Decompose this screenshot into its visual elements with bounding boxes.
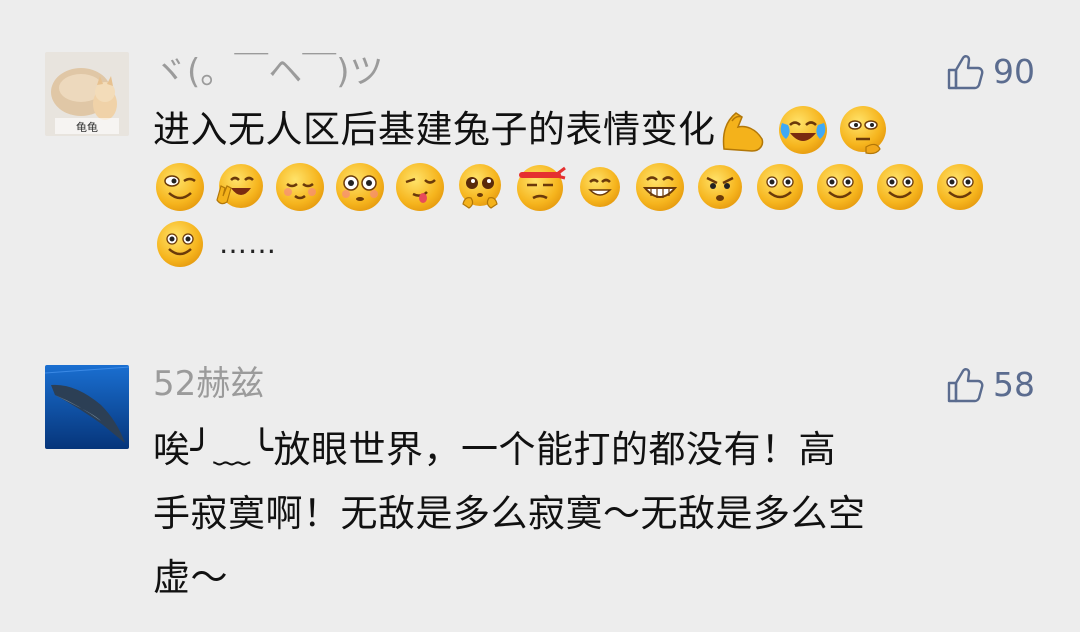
username[interactable]: 52赫兹 xyxy=(153,364,264,404)
headband-tired-emoji-icon xyxy=(517,165,566,211)
grin-small-emoji-icon xyxy=(580,167,620,207)
comment-text-line: 虚～ xyxy=(153,556,228,599)
comment-text: 唉╯﹏╰放眼世界，一个能打的都没有！高 手寂寞啊！无敌是多么寂寞～无敌是多么空 … xyxy=(153,418,1023,610)
emoji-row: …… xyxy=(153,214,1023,274)
comment-text: 进入无人区后基建兔子的表情变化 …… xyxy=(153,100,1023,274)
comment-text-content: 进入无人区后基建兔子的表情变化 xyxy=(153,108,716,151)
thumbs-up-icon xyxy=(947,55,984,90)
emoji-row xyxy=(153,160,1023,214)
user-avatar[interactable] xyxy=(45,365,129,449)
wink-tongue-emoji-icon xyxy=(396,163,444,211)
smile-emoji-icon xyxy=(757,164,803,210)
username[interactable]: ヾ(。￣ヘ￣)ツ xyxy=(153,52,384,92)
ellipsis-text: …… xyxy=(219,227,277,260)
avatar-label: 龟龟 xyxy=(76,121,98,134)
peace-grin-emoji-icon xyxy=(216,164,263,208)
blush-emoji-icon xyxy=(276,163,324,211)
comment-text-line: 手寂寞啊！无敌是多么寂寞～无敌是多么空 xyxy=(153,492,866,535)
comment-text-line: 唉╯﹏╰放眼世界，一个能打的都没有！高 xyxy=(153,428,837,471)
squint-emoji-icon xyxy=(156,163,204,211)
flushed-emoji-icon xyxy=(336,163,384,211)
thumbs-up-icon xyxy=(947,368,984,403)
muscle-emoji-icon xyxy=(722,112,763,152)
smile-emoji-icon xyxy=(157,221,203,267)
like-count: 58 xyxy=(993,365,1035,404)
pleading-emoji-icon xyxy=(459,164,501,209)
laughing-tears-emoji-icon xyxy=(778,106,827,154)
angry-emoji-icon xyxy=(698,165,742,209)
emoji-row: 进入无人区后基建兔子的表情变化 xyxy=(153,100,1023,160)
big-grin-emoji-icon xyxy=(636,163,684,211)
smile-emoji-icon xyxy=(817,164,863,210)
like-button[interactable]: 58 xyxy=(945,365,1035,405)
smile-emoji-icon xyxy=(937,164,983,210)
thinking-emoji-icon xyxy=(839,106,886,155)
like-button[interactable]: 90 xyxy=(945,52,1035,92)
like-count: 90 xyxy=(993,52,1035,91)
smile-emoji-icon xyxy=(877,164,923,210)
user-avatar[interactable]: 龟龟 xyxy=(45,52,129,136)
